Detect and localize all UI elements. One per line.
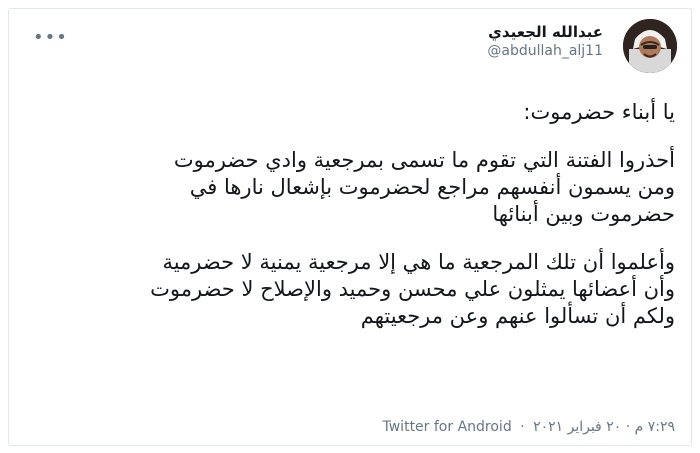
tweet-timestamp[interactable]: ٧:٢٩ م · ٢٠ فبراير ٢٠٢١ (533, 419, 675, 435)
tweet-card: ••• عبدالله الجعيدي @abdullah_alj11 يا أ… (8, 8, 692, 446)
author-name[interactable]: عبدالله الجعيدي (487, 23, 603, 41)
author-handle[interactable]: @abdullah_alj11 (487, 43, 603, 59)
tweet-meta: ٧:٢٩ م · ٢٠ فبراير ٢٠٢١ · Twitter for An… (383, 419, 676, 435)
avatar-image (623, 19, 677, 73)
tweet-paragraph-2: أحذروا الفتنة التي تقوم ما تسمى بمرجعية … (173, 148, 675, 226)
tweet-paragraph-3: وأعلموا أن تلك المرجعية ما هي إلا مرجعية… (150, 250, 675, 328)
meta-separator: · (520, 419, 525, 435)
more-options-icon[interactable]: ••• (33, 27, 68, 48)
tweet-source[interactable]: Twitter for Android (383, 419, 512, 435)
tweet-line-1: يا أبناء حضرموت: (523, 100, 675, 124)
profile-avatar[interactable] (623, 19, 677, 73)
tweet-text: يا أبناء حضرموت: أحذروا الفتنة التي تقوم… (35, 99, 675, 330)
tweet-author[interactable]: عبدالله الجعيدي @abdullah_alj11 (487, 23, 603, 59)
